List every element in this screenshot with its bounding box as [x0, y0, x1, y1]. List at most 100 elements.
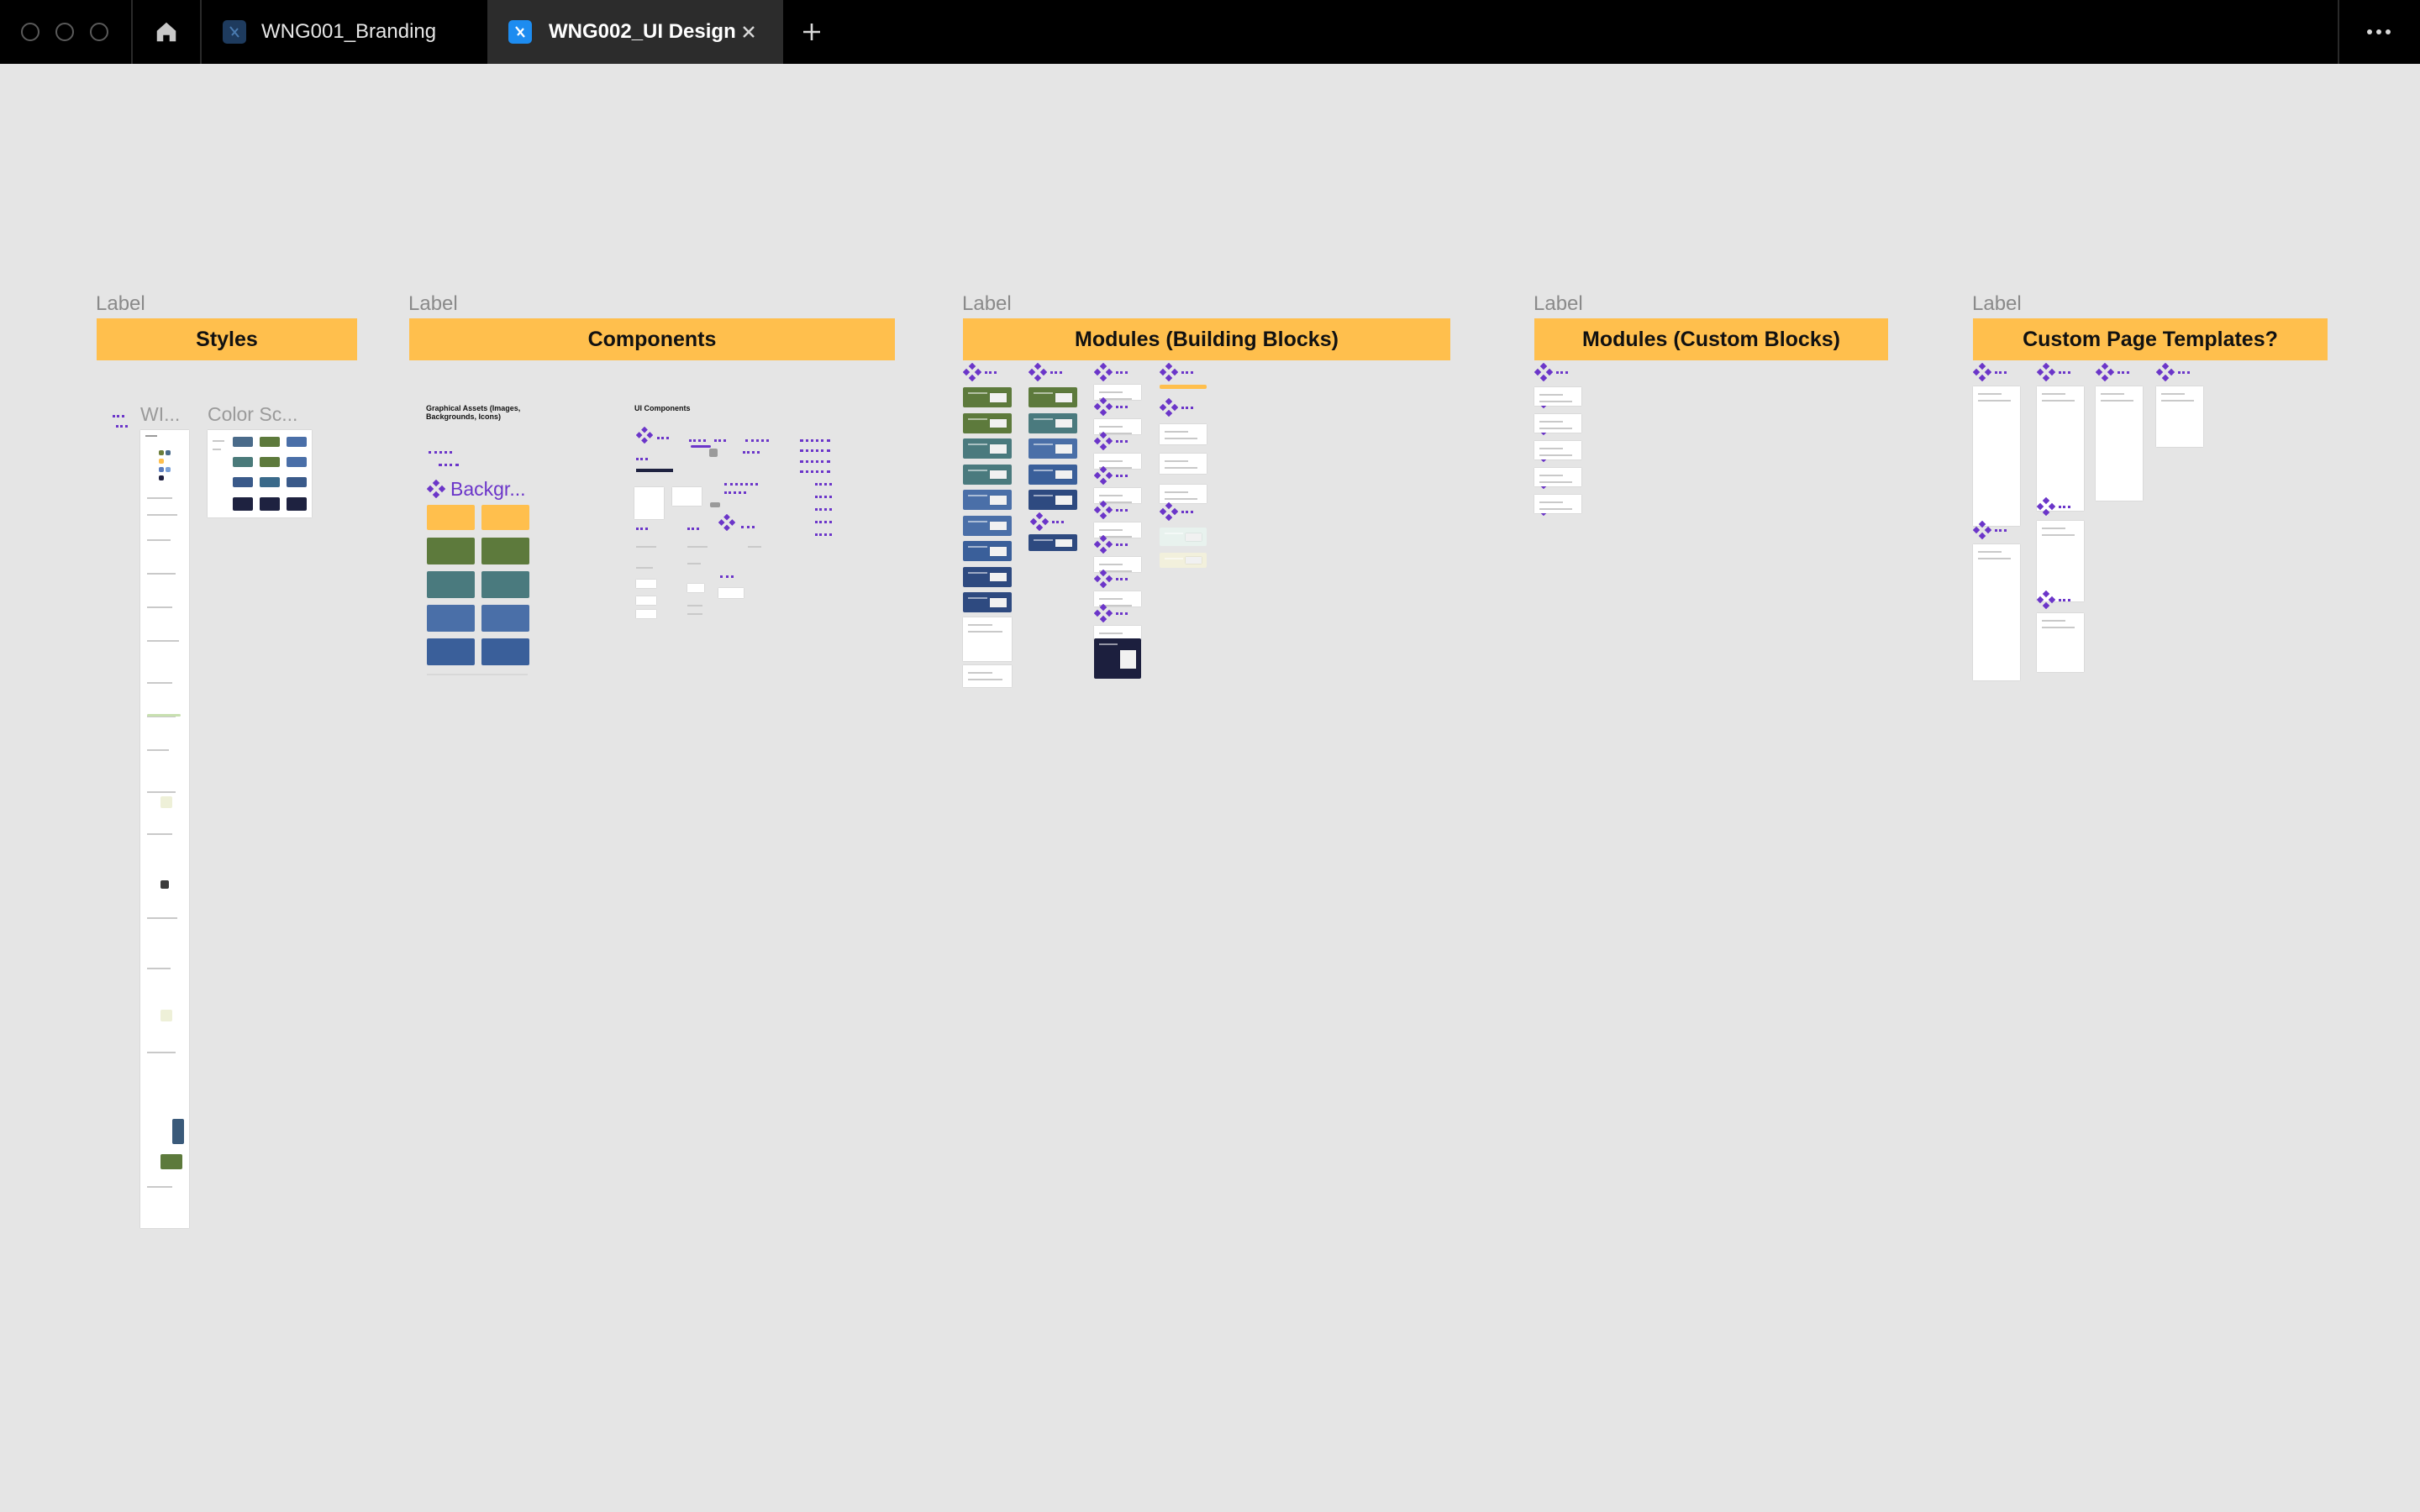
component-instance-marker[interactable] [1093, 603, 1131, 623]
background-swatch[interactable] [481, 605, 529, 632]
ui-input-sample[interactable] [636, 610, 656, 618]
custom-block-thumbnail[interactable] [1534, 414, 1581, 433]
background-swatch[interactable] [481, 638, 529, 665]
component-instance-marker[interactable] [815, 521, 832, 526]
section-header-modules-building-blocks[interactable]: Modules (Building Blocks) [963, 318, 1450, 360]
window-close-control[interactable] [21, 23, 39, 41]
page-template-thumbnail[interactable] [1973, 544, 2020, 680]
module-thumbnail[interactable] [963, 464, 1012, 485]
new-tab-button[interactable] [795, 17, 829, 47]
custom-block-thumbnail[interactable] [1534, 468, 1581, 486]
page-template-thumbnail[interactable] [2096, 386, 2143, 501]
background-swatch[interactable] [427, 605, 475, 632]
component-instance-marker[interactable] [2036, 496, 2074, 517]
page-template-thumbnail[interactable] [2156, 386, 2203, 447]
module-thumbnail[interactable] [963, 617, 1012, 661]
background-swatch[interactable] [427, 538, 475, 564]
component-instance-marker[interactable] [1093, 465, 1131, 486]
component-instance-marker[interactable] [962, 362, 1000, 382]
component-instance-marker[interactable] [1159, 362, 1197, 382]
module-thumbnail[interactable] [1160, 528, 1207, 546]
component-instance-marker[interactable] [724, 491, 746, 496]
component-instance-marker[interactable] [800, 470, 830, 475]
module-thumbnail[interactable] [963, 665, 1012, 687]
background-swatch[interactable] [481, 505, 529, 530]
component-instance-marker[interactable] [2155, 362, 2193, 382]
component-instance-marker[interactable] [1093, 396, 1131, 417]
tab-wng001-branding[interactable]: WNG001_Branding [202, 0, 487, 64]
component-instance-marker[interactable] [1093, 500, 1131, 520]
ui-components-heading[interactable]: UI Components [634, 404, 691, 412]
component-instance-marker[interactable] [1093, 431, 1131, 451]
module-thumbnail[interactable] [963, 387, 1012, 407]
module-thumbnail[interactable] [963, 490, 1012, 510]
background-swatch[interactable] [481, 571, 529, 598]
component-instance-marker[interactable] [1093, 569, 1131, 589]
page-template-thumbnail[interactable] [2037, 521, 2084, 601]
component-instance-marker[interactable] [714, 439, 726, 444]
custom-block-thumbnail[interactable] [1534, 387, 1581, 406]
page-template-thumbnail[interactable] [2037, 386, 2084, 511]
component-instance-marker[interactable] [720, 575, 734, 580]
module-thumbnail[interactable] [1160, 454, 1207, 474]
module-thumbnail[interactable] [1028, 490, 1077, 510]
component-instance-marker[interactable] [687, 528, 699, 533]
module-thumbnail[interactable] [1160, 424, 1207, 444]
component-instance-marker[interactable] [689, 439, 706, 444]
ui-button-sample[interactable] [636, 469, 673, 472]
window-zoom-control[interactable] [90, 23, 108, 41]
module-thumbnail[interactable] [1094, 638, 1141, 679]
component-instance-marker[interactable] [1093, 534, 1131, 554]
module-thumbnail[interactable] [1028, 464, 1077, 485]
section-header-components[interactable]: Components [409, 318, 895, 360]
background-swatch[interactable] [427, 505, 475, 530]
module-thumbnail[interactable] [963, 592, 1012, 612]
custom-block-thumbnail[interactable] [1534, 441, 1581, 459]
module-thumbnail[interactable] [1028, 438, 1077, 459]
component-instance-marker[interactable] [800, 439, 830, 444]
ui-card-sample[interactable] [634, 487, 664, 519]
ui-input-sample[interactable] [636, 596, 656, 605]
ui-input-sample[interactable] [718, 588, 744, 598]
section-header-modules-custom-blocks[interactable]: Modules (Custom Blocks) [1534, 318, 1888, 360]
component-instance-marker[interactable] [657, 437, 669, 442]
custom-block-thumbnail[interactable] [1534, 495, 1581, 513]
component-instance-marker[interactable] [636, 458, 648, 463]
component-instance-marker[interactable] [1159, 397, 1197, 417]
backgrounds-component-label[interactable]: Backgr... [450, 478, 525, 501]
component-instance-marker[interactable] [1093, 362, 1131, 382]
component-instance-marker[interactable] [116, 425, 128, 430]
component-instance-marker[interactable] [745, 439, 769, 444]
module-thumbnail[interactable] [1028, 387, 1077, 407]
window-minimize-control[interactable] [55, 23, 74, 41]
frame-title-wi[interactable]: WI... [140, 403, 180, 426]
ui-toggle-sample[interactable] [709, 449, 718, 457]
component-instance-marker[interactable] [800, 449, 830, 454]
component-instance-marker[interactable] [636, 528, 648, 533]
module-thumbnail[interactable] [1028, 412, 1077, 433]
component-instance-marker[interactable] [2036, 590, 2074, 610]
ui-input-sample[interactable] [687, 584, 704, 592]
styles-long-frame[interactable] [140, 430, 189, 1228]
component-instance-marker[interactable] [724, 483, 758, 488]
module-thumbnail[interactable] [1028, 534, 1077, 551]
page-template-thumbnail[interactable] [2037, 613, 2084, 672]
component-instance-marker[interactable] [815, 483, 832, 488]
graphical-assets-heading[interactable]: Graphical Assets (Images, Backgrounds, I… [426, 404, 544, 421]
component-instance-marker[interactable] [815, 533, 832, 538]
component-instance-marker[interactable] [743, 451, 760, 456]
component-instance-marker[interactable] [429, 451, 452, 456]
component-instance-marker[interactable] [815, 496, 832, 501]
component-instance-marker[interactable] [1972, 520, 2010, 540]
module-thumbnail[interactable] [963, 541, 1012, 561]
background-swatch[interactable] [427, 638, 475, 665]
component-instance-marker[interactable] [2095, 362, 2133, 382]
color-scheme-frame[interactable] [208, 430, 312, 517]
home-button[interactable] [133, 0, 200, 64]
component-instance-marker[interactable] [1534, 362, 1571, 382]
ui-slider-sample[interactable] [691, 445, 711, 448]
component-instance-marker[interactable] [741, 526, 755, 531]
module-thumbnail[interactable] [963, 566, 1012, 587]
tab-wng002-ui-design[interactable]: WNG002_UI Design [487, 0, 783, 64]
module-thumbnail[interactable] [963, 515, 1012, 536]
